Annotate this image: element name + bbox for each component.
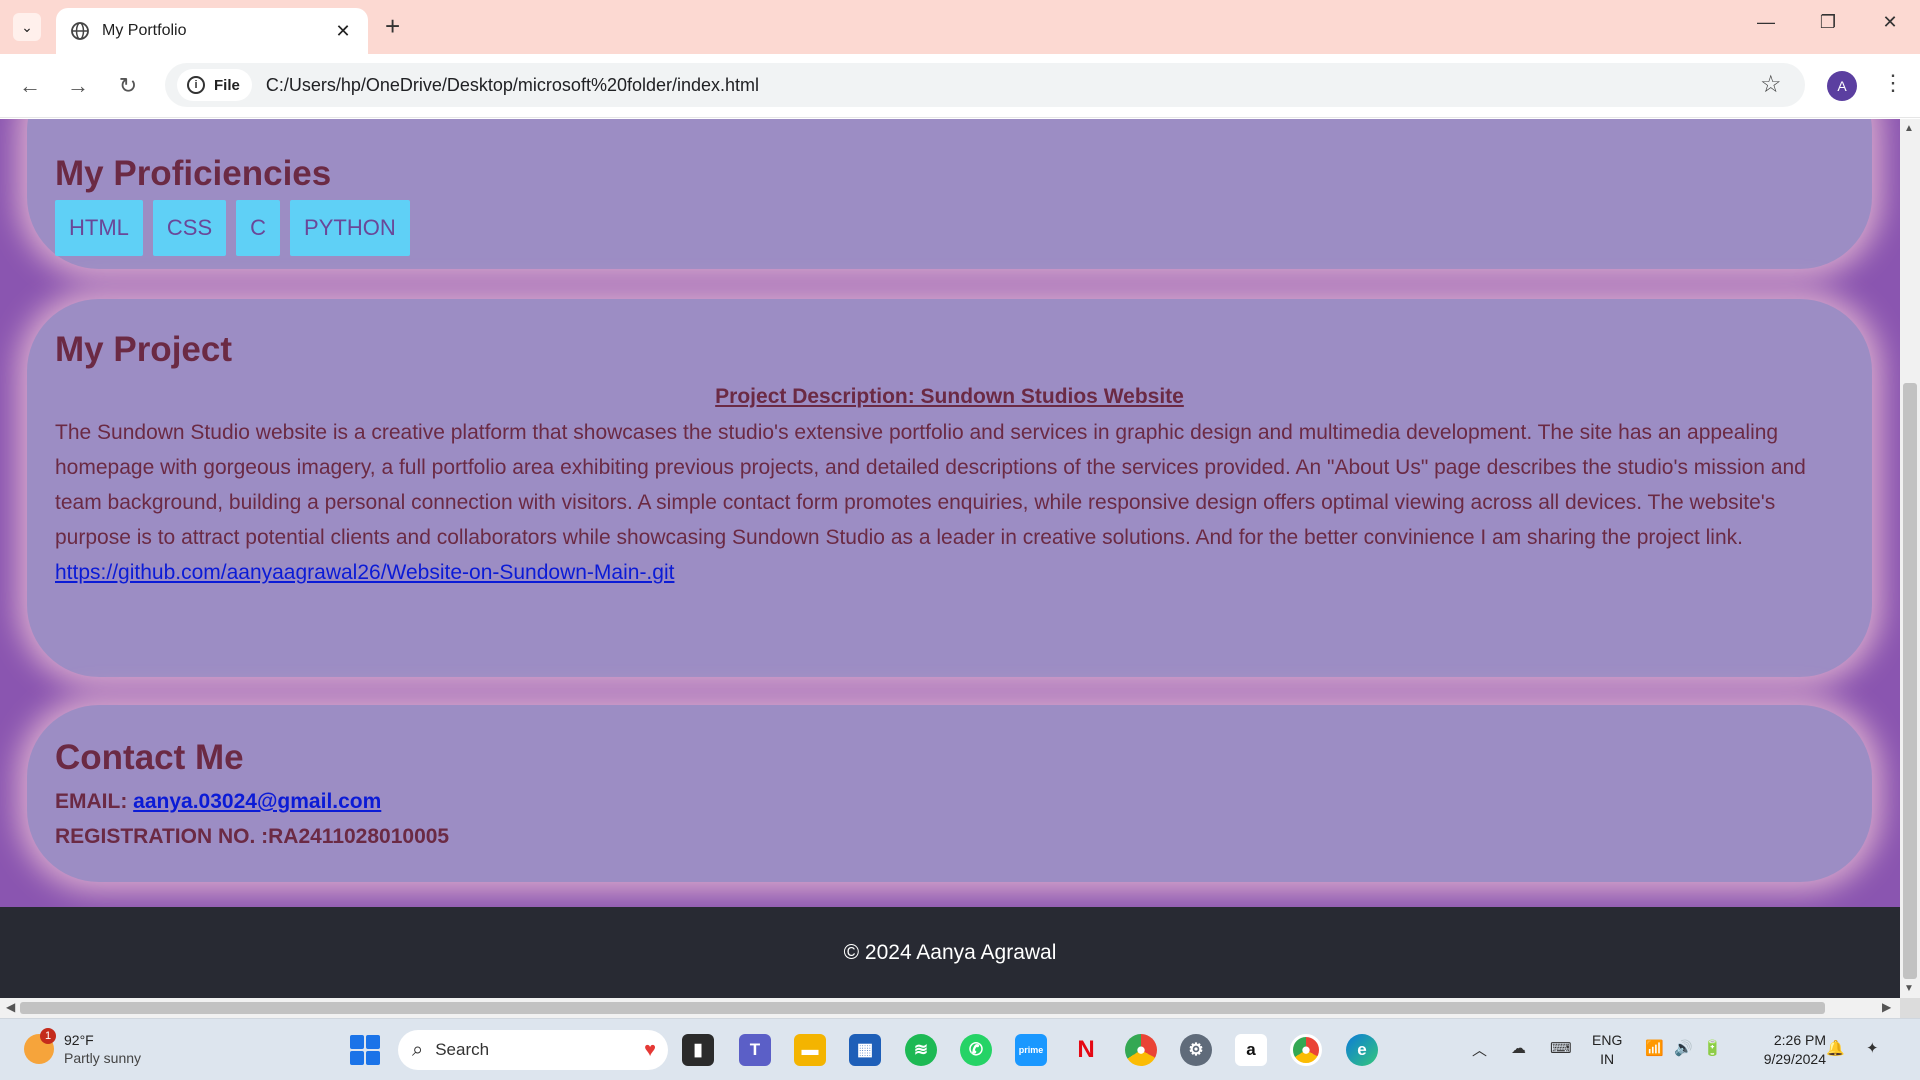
- teams-icon[interactable]: T: [739, 1034, 771, 1066]
- footer-copyright: © 2024 Aanya Agrawal: [843, 940, 1057, 964]
- horizontal-scrollbar[interactable]: ◀ ▶: [0, 998, 1900, 1018]
- clock-date: 9/29/2024: [1763, 1051, 1826, 1067]
- skill-pill-python: PYTHON: [290, 200, 410, 256]
- weather-temp: 92°F: [64, 1032, 94, 1048]
- language-indicator[interactable]: ENG IN: [1592, 1031, 1622, 1069]
- chrome-icon[interactable]: ●: [1125, 1034, 1157, 1066]
- whatsapp-icon[interactable]: ✆: [960, 1034, 992, 1066]
- page-footer: © 2024 Aanya Agrawal: [0, 907, 1900, 998]
- site-info-chip[interactable]: i File: [177, 69, 252, 101]
- skills-list: HTML CSS C PYTHON: [55, 200, 1844, 256]
- tab-search-chevron-icon[interactable]: ⌄: [13, 13, 41, 41]
- contact-section: Contact Me EMAIL: aanya.03024@gmail.com …: [27, 705, 1872, 882]
- spotify-icon[interactable]: ≋: [905, 1034, 937, 1066]
- profile-avatar[interactable]: A: [1827, 71, 1857, 101]
- clock[interactable]: 2:26 PM 9/29/2024: [1746, 1031, 1826, 1069]
- restore-icon[interactable]: ❐: [1808, 12, 1848, 33]
- tab-my-portfolio[interactable]: My Portfolio ✕: [56, 8, 368, 54]
- project-description: The Sundown Studio website is a creative…: [55, 421, 1806, 549]
- scrollbar-corner: [1900, 998, 1920, 1018]
- email-label: EMAIL:: [55, 790, 128, 813]
- project-heading: My Project: [55, 330, 232, 369]
- project-section: My Project Project Description: Sundown …: [27, 299, 1872, 677]
- chrome-profile-icon[interactable]: ●: [1290, 1034, 1322, 1066]
- region-code: IN: [1600, 1051, 1615, 1067]
- reload-icon[interactable]: ↻: [113, 72, 143, 100]
- search-icon: ⌕: [412, 1038, 424, 1061]
- battery-icon[interactable]: 🔋: [1703, 1039, 1722, 1057]
- forward-arrow-icon[interactable]: →: [63, 72, 93, 100]
- proficiencies-section: My Proficiencies HTML CSS C PYTHON: [27, 119, 1872, 269]
- windows-start-icon[interactable]: [350, 1035, 380, 1065]
- info-icon: i: [187, 76, 205, 94]
- email-link[interactable]: aanya.03024@gmail.com: [133, 790, 381, 813]
- globe-icon: [71, 22, 89, 40]
- project-title: Project Description: Sundown Studios Web…: [715, 385, 1184, 408]
- scroll-right-arrow-icon[interactable]: ▶: [1882, 1000, 1891, 1014]
- folder-icon[interactable]: ▬: [794, 1034, 826, 1066]
- show-hidden-icons-chevron-icon[interactable]: ︿: [1472, 1039, 1487, 1060]
- scroll-left-arrow-icon[interactable]: ◀: [6, 1000, 15, 1014]
- registration-number: REGISTRATION NO. :RA2411028010005: [55, 825, 450, 848]
- prime-video-icon[interactable]: prime: [1015, 1034, 1047, 1066]
- minimize-icon[interactable]: —: [1746, 12, 1786, 33]
- search-placeholder: Search: [435, 1040, 490, 1059]
- browser-menu-icon[interactable]: ⋮: [1882, 70, 1904, 96]
- edge-icon[interactable]: e: [1346, 1034, 1378, 1066]
- copilot-icon[interactable]: ✦: [1866, 1039, 1879, 1057]
- skill-pill-html: HTML: [55, 200, 143, 256]
- clock-time: 2:26 PM: [1773, 1032, 1826, 1048]
- new-tab-button[interactable]: +: [385, 12, 400, 40]
- keyboard-icon[interactable]: ⌨: [1550, 1039, 1572, 1057]
- netflix-icon[interactable]: N: [1070, 1034, 1102, 1066]
- project-github-link[interactable]: https://github.com/aanyaagrawal26/Websit…: [55, 555, 1844, 590]
- taskbar-search-box[interactable]: ⌕ Search ♥: [398, 1030, 668, 1070]
- file-explorer-icon[interactable]: ▮: [682, 1034, 714, 1066]
- scroll-up-arrow-icon[interactable]: ▲: [1904, 123, 1914, 134]
- volume-icon[interactable]: 🔊: [1674, 1039, 1693, 1057]
- contact-heading: Contact Me: [55, 738, 244, 777]
- scroll-down-arrow-icon[interactable]: ▼: [1904, 983, 1914, 994]
- browser-toolbar: ← → ↻ i File C:/Users/hp/OneDrive/Deskto…: [0, 54, 1920, 118]
- weather-widget[interactable]: 1 92°F Partly sunny: [24, 1028, 142, 1067]
- skill-pill-css: CSS: [152, 200, 227, 256]
- tab-close-icon[interactable]: ✕: [332, 21, 354, 42]
- back-arrow-icon[interactable]: ←: [15, 72, 45, 100]
- address-bar[interactable]: i File C:/Users/hp/OneDrive/Desktop/micr…: [165, 63, 1805, 107]
- page-viewport: My Proficiencies HTML CSS C PYTHON My Proje…: [0, 119, 1900, 998]
- weather-sun-icon: 1: [24, 1028, 56, 1064]
- settings-gear-icon[interactable]: ⚙: [1180, 1034, 1212, 1066]
- site-info-label: File: [214, 76, 240, 94]
- proficiencies-heading: My Proficiencies: [55, 154, 332, 193]
- skill-pill-c: C: [236, 200, 281, 256]
- horizontal-scroll-thumb[interactable]: [20, 1002, 1825, 1014]
- vertical-scrollbar[interactable]: ▲ ▼: [1900, 119, 1920, 998]
- taskbar: 1 92°F Partly sunny ⌕ Search ♥ ▮ T ▬ ▦ ≋…: [0, 1018, 1920, 1080]
- tab-title: My Portfolio: [102, 22, 187, 39]
- onedrive-cloud-icon[interactable]: ☁: [1511, 1039, 1526, 1057]
- tab-strip: ⌄ My Portfolio ✕ + — ❐ ✕: [0, 0, 1920, 54]
- wifi-icon[interactable]: 📶: [1645, 1039, 1664, 1057]
- search-highlight-icon: ♥: [644, 1038, 656, 1061]
- language-code: ENG: [1592, 1032, 1623, 1048]
- email-line: EMAIL: aanya.03024@gmail.com: [55, 784, 1844, 819]
- window-close-icon[interactable]: ✕: [1870, 12, 1910, 33]
- weather-badge: 1: [40, 1028, 56, 1044]
- store-icon[interactable]: ▦: [849, 1034, 881, 1066]
- weather-desc: Partly sunny: [64, 1050, 142, 1066]
- notification-bell-icon[interactable]: 🔔: [1826, 1039, 1845, 1057]
- url-text[interactable]: C:/Users/hp/OneDrive/Desktop/microsoft%2…: [266, 75, 759, 96]
- bookmark-star-icon[interactable]: ☆: [1760, 70, 1782, 99]
- amazon-icon[interactable]: a: [1235, 1034, 1267, 1066]
- vertical-scroll-thumb[interactable]: [1903, 383, 1917, 979]
